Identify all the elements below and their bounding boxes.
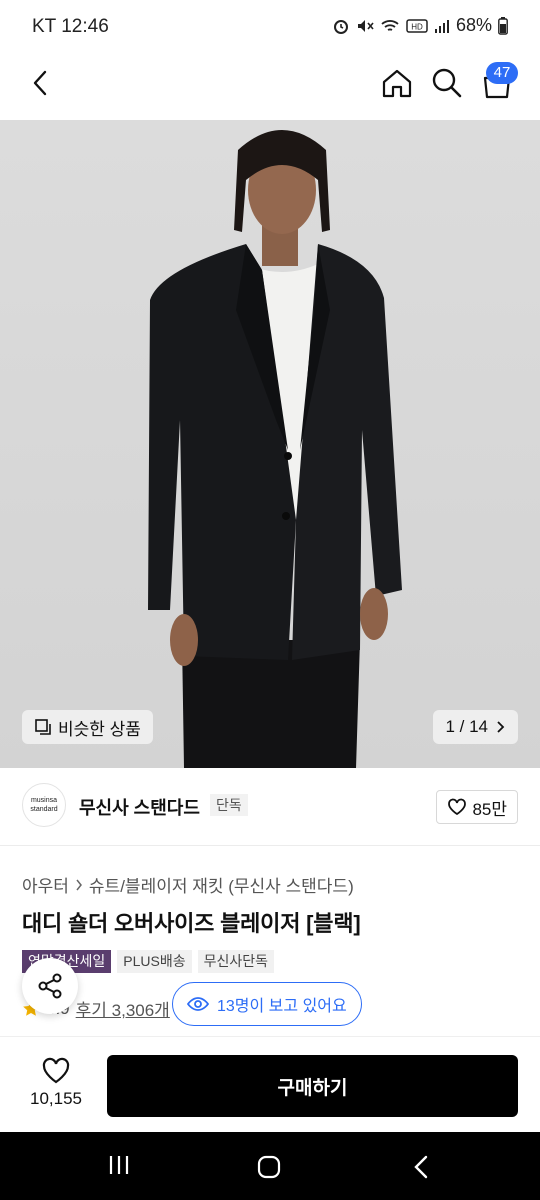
wishlist-button[interactable]: 10,155 — [22, 1057, 90, 1109]
buy-button[interactable]: 구매하기 — [107, 1055, 518, 1117]
home-nav-icon[interactable] — [256, 1154, 282, 1180]
status-carrier-time: KT 12:46 — [32, 16, 109, 37]
signal-icon — [434, 19, 449, 33]
share-button[interactable] — [22, 958, 78, 1014]
svg-text:HD: HD — [411, 22, 423, 31]
wishlist-count: 10,155 — [30, 1089, 82, 1108]
breadcrumb: 아우터 슈트/블레이저 재킷 (무신사 스탠다드) — [22, 872, 354, 897]
similar-products-button[interactable]: 비슷한 상품 — [22, 710, 153, 744]
review-count-link[interactable]: 후기 3,306개 — [76, 996, 170, 1021]
breadcrumb-subcategory[interactable]: 슈트/블레이저 재킷 (무신사 스탠다드) — [89, 872, 354, 897]
back-arrow-icon[interactable] — [26, 68, 56, 98]
exclusive-tag: 무신사단독 — [197, 950, 275, 973]
product-title: 대디 숄더 오버사이즈 블레이저 [블랙] — [22, 911, 361, 936]
brand-row: musinsa standard 무신사 스탠다드 단독 85만 — [0, 770, 540, 846]
recent-apps-icon[interactable] — [106, 1152, 132, 1178]
app-header: 47 — [0, 56, 540, 120]
plus-delivery-tag: PLUS배송 — [117, 950, 192, 973]
breadcrumb-category[interactable]: 아우터 — [22, 872, 69, 897]
similar-items-icon — [35, 719, 51, 735]
eye-icon — [187, 997, 209, 1011]
brand-like-count: 85만 — [472, 799, 507, 819]
image-pager[interactable]: 1 / 14 — [433, 710, 518, 744]
back-nav-icon[interactable] — [410, 1154, 432, 1180]
brand-logo[interactable]: musinsa standard — [22, 783, 66, 827]
brand-exclusive-tag: 단독 — [210, 794, 248, 816]
buy-bar: 10,155 구매하기 — [0, 1036, 540, 1132]
heart-outline-icon — [448, 798, 467, 816]
mute-icon — [357, 19, 374, 32]
brand-like-button[interactable]: 85만 — [436, 790, 518, 824]
search-icon[interactable] — [430, 66, 464, 100]
chevron-right-icon — [497, 721, 505, 733]
alarm-icon — [333, 19, 348, 34]
brand-name[interactable]: 무신사 스탠다드 — [79, 794, 200, 820]
wifi-icon — [381, 19, 399, 31]
home-icon[interactable] — [380, 66, 414, 100]
hd-icon: HD — [406, 18, 428, 33]
cart-count-badge: 47 — [486, 62, 518, 84]
viewers-label: 13명이 보고 있어요 — [217, 998, 347, 1015]
battery-percent: 68% — [455, 15, 492, 35]
brand-logo-line2: standard — [30, 806, 58, 813]
heart-outline-icon — [42, 1057, 70, 1084]
pager-text: 1 / 14 — [445, 717, 488, 736]
similar-products-label: 비슷한 상품 — [58, 719, 141, 739]
battery-icon — [498, 16, 508, 35]
brand-logo-line1: musinsa — [30, 797, 58, 804]
status-icons: HD 68% — [332, 15, 508, 36]
product-photo — [148, 130, 402, 768]
status-bar: KT 12:46 HD 68% — [0, 0, 540, 56]
product-image[interactable]: 비슷한 상품 1 / 14 — [0, 120, 540, 768]
system-nav-bar — [0, 1132, 540, 1200]
share-icon — [38, 973, 62, 999]
viewers-indicator: 13명이 보고 있어요 — [172, 982, 362, 1026]
chevron-right-icon — [76, 879, 82, 890]
